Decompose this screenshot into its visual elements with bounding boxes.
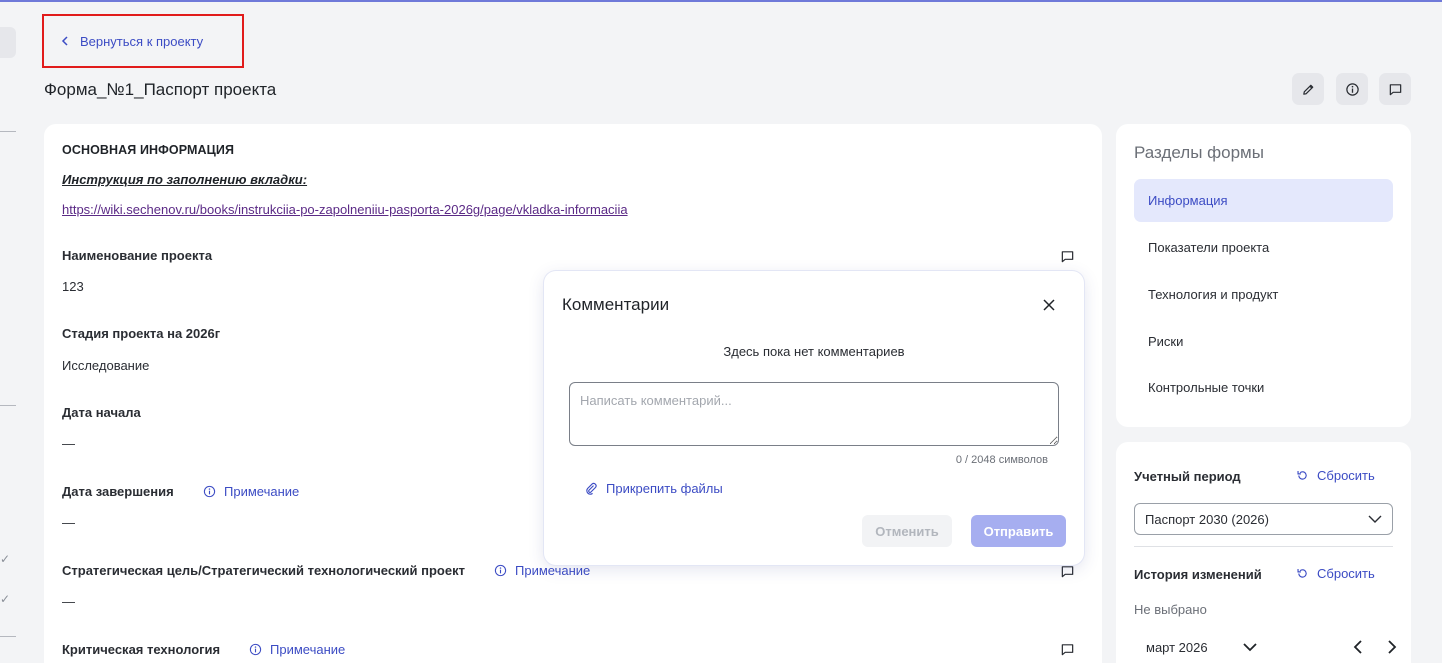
next-month-button[interactable] <box>1383 638 1401 656</box>
sidebar-divider <box>0 636 16 637</box>
note-link[interactable]: Примечание <box>203 484 299 499</box>
field-comment-button[interactable] <box>1060 642 1076 658</box>
field-label-project-name: Наименование проекта <box>62 248 213 263</box>
section-item-checkpoints[interactable]: Контрольные точки <box>1134 366 1393 409</box>
info-icon <box>494 564 507 577</box>
chevron-right-icon <box>1388 640 1397 654</box>
comment-input[interactable] <box>569 382 1059 446</box>
chevron-left-icon <box>61 36 68 46</box>
field-label-stage: Стадия проекта на 2026г <box>62 326 221 341</box>
section-item-technology[interactable]: Технология и продукт <box>1134 273 1393 316</box>
attach-label: Прикрепить файлы <box>606 481 723 496</box>
field-value-stage: Исследование <box>62 358 150 373</box>
reset-label: Сбросить <box>1317 566 1375 581</box>
period-panel: Учетный период Сбросить Паспорт 2030 (20… <box>1116 442 1411 663</box>
form-sections-panel: Разделы формы Информация Показатели прое… <box>1116 124 1411 427</box>
note-link[interactable]: Примечание <box>494 563 590 578</box>
comment-icon <box>1061 644 1074 656</box>
char-counter: 0 / 2048 символов <box>955 454 1048 466</box>
reset-icon <box>1297 471 1307 480</box>
back-to-project-link[interactable]: Вернуться к проекту <box>42 14 244 68</box>
note-label: Примечание <box>224 484 300 499</box>
info-icon <box>1345 82 1359 96</box>
note-label: Примечание <box>515 563 591 578</box>
reset-label: Сбросить <box>1317 468 1375 483</box>
field-value-start-date: — <box>62 436 75 451</box>
comment-icon <box>1061 566 1074 578</box>
section-item-indicators[interactable]: Показатели проекта <box>1134 226 1393 269</box>
cancel-button[interactable]: Отменить <box>862 515 952 547</box>
field-label-end-date: Дата завершения <box>62 484 174 499</box>
comment-icon <box>1061 251 1074 263</box>
top-accent-line <box>0 0 1442 2</box>
history-reset-button[interactable]: Сбросить <box>1296 566 1375 581</box>
period-label: Учетный период <box>1134 469 1241 484</box>
sidebar-divider <box>0 405 16 406</box>
check-icon: ✓ <box>0 592 11 606</box>
comment-icon <box>1389 83 1401 95</box>
instruction-label: Инструкция по заполнению вкладки: <box>62 172 308 187</box>
empty-comments-text: Здесь пока нет комментариев <box>723 344 905 359</box>
check-icon: ✓ <box>0 552 11 566</box>
sidebar-divider <box>0 131 16 132</box>
month-label: март 2026 <box>1146 640 1208 655</box>
field-comment-button[interactable] <box>1060 564 1076 580</box>
field-value-project-name: 123 <box>62 279 84 294</box>
note-link[interactable]: Примечание <box>249 642 345 657</box>
reset-icon <box>1297 569 1307 578</box>
history-label: История изменений <box>1134 567 1262 582</box>
month-dropdown-button[interactable] <box>1241 638 1259 656</box>
info-icon <box>203 485 216 498</box>
pencil-icon <box>1302 84 1313 95</box>
field-comment-button[interactable] <box>1060 249 1076 265</box>
field-value-strategic-goal: — <box>62 594 75 609</box>
chevron-down-icon <box>1368 515 1382 523</box>
left-sidebar-edge: ✓ ✓ <box>0 0 18 663</box>
modal-title: Комментарии <box>562 295 670 314</box>
field-label-strategic-goal: Стратегическая цель/Стратегический техно… <box>62 563 465 578</box>
history-value: Не выбрано <box>1134 602 1207 617</box>
page-title: Форма_№1_Паспорт проекта <box>44 80 277 99</box>
period-select-value: Паспорт 2030 (2026) <box>1145 511 1269 527</box>
field-label-critical-tech: Критическая технология <box>62 642 221 657</box>
comments-modal: Комментарии Здесь пока нет комментариев … <box>544 271 1084 565</box>
comments-button[interactable] <box>1379 73 1411 105</box>
field-value-end-date: — <box>62 515 75 530</box>
divider <box>1134 546 1393 547</box>
period-reset-button[interactable]: Сбросить <box>1296 468 1375 483</box>
section-title: ОСНОВНАЯ ИНФОРМАЦИЯ <box>62 143 235 157</box>
chevron-left-icon <box>1353 640 1362 654</box>
send-button[interactable]: Отправить <box>971 515 1066 547</box>
field-label-start-date: Дата начала <box>62 405 141 420</box>
close-icon <box>1043 299 1055 311</box>
period-select[interactable]: Паспорт 2030 (2026) <box>1134 503 1393 535</box>
section-item-risks[interactable]: Риски <box>1134 320 1393 363</box>
attach-files-button[interactable]: Прикрепить файлы <box>585 481 723 496</box>
section-item-information[interactable]: Информация <box>1134 179 1393 222</box>
note-label: Примечание <box>270 642 346 657</box>
instruction-link[interactable]: https://wiki.sechenov.ru/books/instrukci… <box>62 202 628 217</box>
info-icon <box>249 643 262 656</box>
sidebar-collapsed-item[interactable] <box>0 27 16 58</box>
info-button[interactable] <box>1336 73 1368 105</box>
back-link-label: Вернуться к проекту <box>80 33 204 49</box>
chevron-down-icon <box>1243 643 1257 652</box>
edit-button[interactable] <box>1292 73 1324 105</box>
close-button[interactable] <box>1042 298 1056 312</box>
form-sections-title: Разделы формы <box>1134 143 1264 162</box>
paperclip-icon <box>586 482 597 495</box>
prev-month-button[interactable] <box>1349 638 1367 656</box>
